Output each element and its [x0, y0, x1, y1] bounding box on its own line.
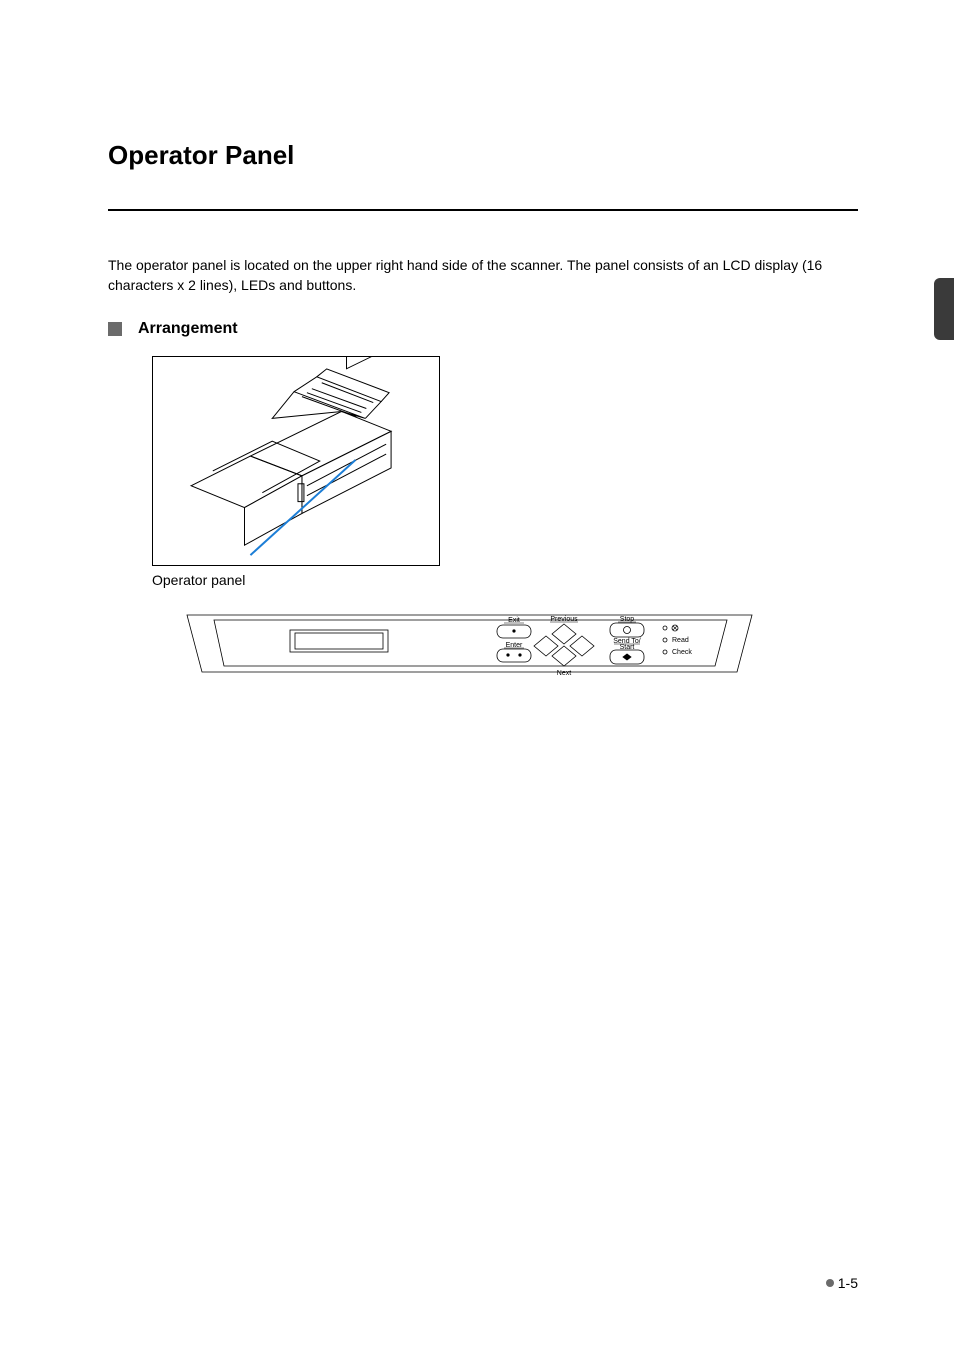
- page-title: Operator Panel: [108, 140, 858, 171]
- page-footer: 1-5: [826, 1275, 858, 1291]
- scanner-drawing-icon: [153, 357, 439, 565]
- check-label: Check: [672, 649, 692, 656]
- page-number: 1-5: [838, 1275, 858, 1291]
- section-heading: Arrangement: [138, 320, 238, 338]
- page-content: Operator Panel The operator panel is loc…: [0, 0, 954, 1351]
- panel-drawing-icon: Exit Enter Previous Next Stop Send To/ S…: [182, 610, 757, 680]
- operator-panel-diagram: Exit Enter Previous Next Stop Send To/ S…: [182, 610, 757, 680]
- read-label: Read: [672, 637, 689, 644]
- title-rule: [108, 209, 858, 211]
- scanner-illustration: [152, 356, 440, 566]
- next-label: Next: [557, 670, 571, 677]
- intro-paragraph: The operator panel is located on the upp…: [108, 255, 858, 296]
- figure-caption: Operator panel: [152, 572, 858, 588]
- start-label: Start: [620, 644, 635, 651]
- footer-bullet-icon: [826, 1279, 834, 1287]
- square-bullet-icon: [108, 322, 122, 336]
- section-header-row: Arrangement: [108, 320, 858, 338]
